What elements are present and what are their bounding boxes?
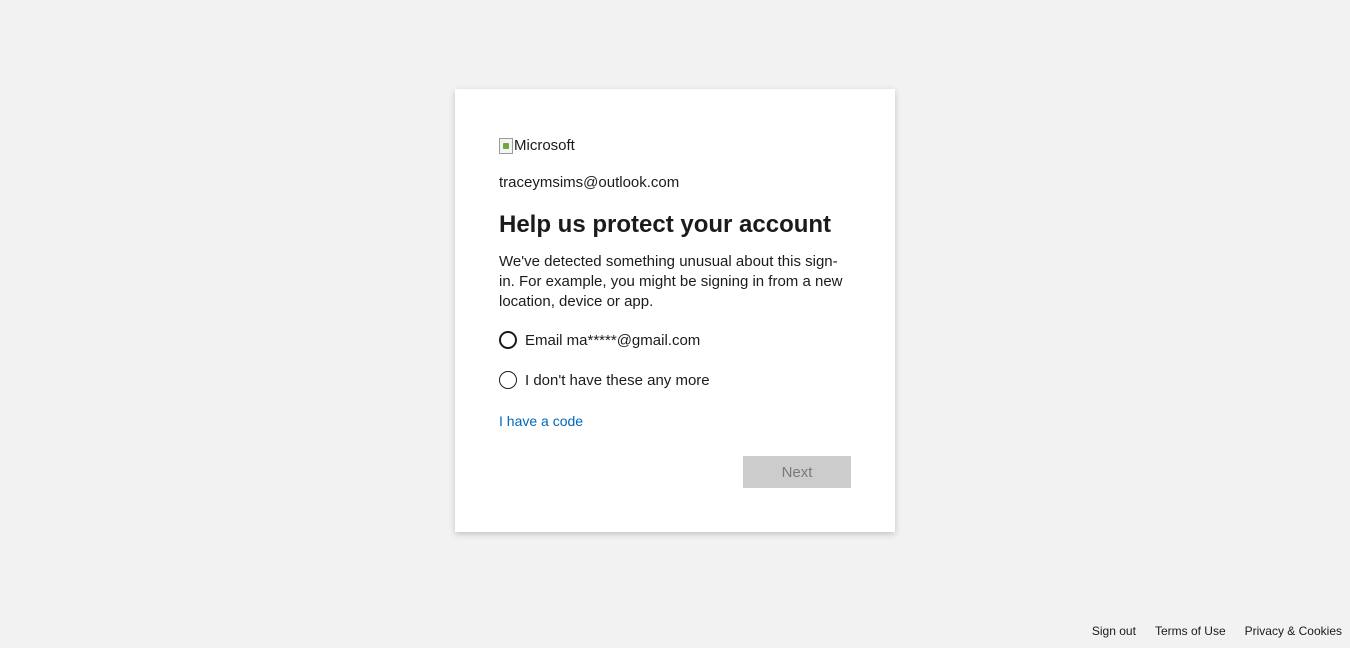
privacy-link[interactable]: Privacy & Cookies xyxy=(1245,624,1342,638)
description-text: We've detected something unusual about t… xyxy=(499,253,843,310)
radio-none[interactable] xyxy=(499,371,517,389)
option-none-label: I don't have these any more xyxy=(525,371,710,389)
next-button[interactable]: Next xyxy=(743,456,851,488)
logo-alt-text: Microsoft xyxy=(514,137,575,154)
broken-image-icon xyxy=(499,137,513,154)
terms-link[interactable]: Terms of Use xyxy=(1155,624,1226,638)
radio-email[interactable] xyxy=(499,331,517,349)
have-code-link[interactable]: I have a code xyxy=(499,413,583,429)
footer: Sign out Terms of Use Privacy & Cookies xyxy=(1092,624,1342,638)
option-email-label: Email ma*****@gmail.com xyxy=(525,331,701,349)
option-none[interactable]: I don't have these any more xyxy=(499,371,710,389)
page-title: Help us protect your account xyxy=(499,211,832,238)
account-email: traceymsims@outlook.com xyxy=(499,174,680,191)
option-email[interactable]: Email ma*****@gmail.com xyxy=(499,331,700,349)
sign-out-link[interactable]: Sign out xyxy=(1092,624,1136,638)
microsoft-logo: Microsoft xyxy=(499,137,575,154)
